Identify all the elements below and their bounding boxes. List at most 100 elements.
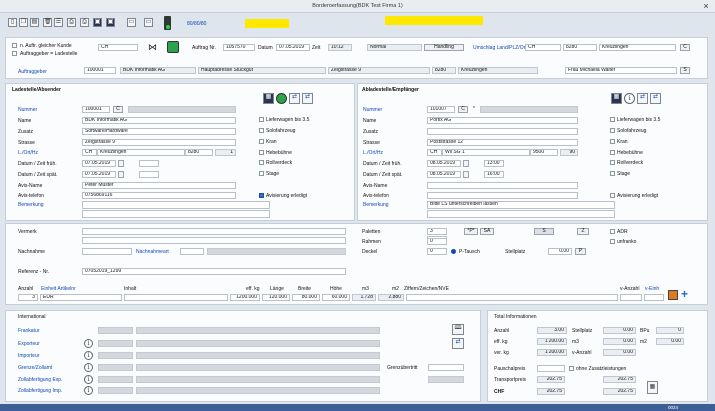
delete-icon[interactable]: 🗑	[43, 18, 52, 27]
pallet-exchange-radio[interactable]	[451, 249, 456, 254]
unloading-info-icon[interactable]: i	[624, 93, 635, 104]
loading-remark-field-2[interactable]	[82, 210, 270, 218]
loading-time-to-field[interactable]	[139, 171, 159, 178]
intl-row-5-select[interactable]	[428, 376, 464, 383]
unloading-remark-field[interactable]: Bitte LS unterschreiben lassen	[427, 201, 615, 209]
preview-icon[interactable]: ▭	[127, 18, 136, 27]
loading-date-from-spinner[interactable]	[118, 160, 124, 167]
loading-opt-checkbox-3[interactable]	[259, 139, 264, 144]
pallet-z-button[interactable]: Z	[577, 228, 589, 235]
loading-date-to-spinner[interactable]	[118, 171, 124, 178]
unloading-date-to-spinner[interactable]	[463, 171, 469, 178]
loading-opt-checkbox-5[interactable]	[259, 160, 264, 165]
loading-opt-checkbox-6[interactable]	[259, 171, 264, 176]
same-customer-checkbox[interactable]	[12, 43, 17, 48]
unloading-opt-checkbox-2[interactable]	[610, 128, 615, 133]
unloading-c-button[interactable]: C	[458, 106, 468, 113]
unloading-street-field[interactable]: Poststrasse 12	[427, 139, 578, 146]
unloading-opt-checkbox-3[interactable]	[610, 139, 615, 144]
umschlag-city-field[interactable]: Kreuzlingen	[599, 44, 676, 51]
loading-opt-checkbox-1[interactable]	[259, 117, 264, 122]
unloading-avis-name-field[interactable]	[427, 182, 578, 189]
loading-number-field[interactable]: 100001	[82, 106, 110, 113]
frames-field[interactable]: 0	[427, 238, 447, 245]
loading-c-button[interactable]: C	[113, 106, 123, 113]
client-number-field[interactable]: 100001	[84, 67, 116, 74]
goods-ziffern-field[interactable]	[406, 294, 618, 301]
loading-avis-phone-field[interactable]: 0756869116	[82, 192, 236, 199]
unloading-city-field[interactable]: Wil SG 1	[442, 149, 530, 156]
unloading-opt-checkbox-1[interactable]	[610, 117, 615, 122]
unloading-time-to-field[interactable]: 16:00	[484, 171, 504, 178]
intl-row-4-info-icon[interactable]: i	[84, 363, 93, 372]
close-button[interactable]: ×	[700, 1, 712, 11]
flat-price-field[interactable]	[537, 365, 565, 372]
unloading-date-from-spinner[interactable]	[463, 160, 469, 167]
goods-v-einh-field[interactable]	[644, 294, 664, 301]
loading-zip-field[interactable]: 8280	[185, 149, 213, 156]
loading-time-from-field[interactable]	[139, 160, 159, 167]
reference-field[interactable]: 07052019_1299	[82, 268, 346, 275]
unloading-remark-field-2[interactable]	[427, 210, 615, 218]
loading-date-from-field[interactable]: 07.05.2019	[82, 160, 116, 167]
unloading-time-from-field[interactable]: 13:00	[484, 160, 504, 167]
unloading-avis-done-checkbox[interactable]	[610, 193, 615, 198]
list-icon[interactable]: ☰	[54, 18, 63, 27]
intl-row-6-info-icon[interactable]: i	[84, 386, 93, 395]
loading-city-field[interactable]: Kreuzlingen	[97, 149, 185, 156]
intl-transfer-icon[interactable]: ⇄	[452, 338, 464, 349]
intl-row-2-info-icon[interactable]: i	[84, 339, 93, 348]
unloading-calendar-icon[interactable]: ▦	[611, 93, 622, 104]
order-number-field[interactable]: 1057570	[223, 44, 255, 51]
no-extras-checkbox[interactable]	[569, 366, 574, 371]
note-field[interactable]	[82, 228, 346, 235]
unloading-opt-checkbox-4[interactable]	[610, 150, 615, 155]
goods-hoehe-field[interactable]: 60.000	[322, 294, 350, 301]
add-row-icon[interactable]: +	[681, 288, 691, 300]
printer2-icon[interactable]: ⎙	[80, 18, 89, 27]
save-close-icon[interactable]: ▣	[106, 18, 115, 27]
unloading-extra-field[interactable]	[427, 128, 578, 135]
goods-breite-field[interactable]: 80.000	[292, 294, 320, 301]
loading-opt-checkbox-4[interactable]	[259, 150, 264, 155]
note-field-2[interactable]	[82, 237, 346, 244]
loading-opt-checkbox-2[interactable]	[259, 128, 264, 133]
loading-swap2-icon[interactable]: ⇄	[302, 93, 313, 104]
date-field[interactable]: 07.05.2019	[276, 44, 310, 51]
loading-remark-field[interactable]	[82, 201, 270, 209]
network-icon[interactable]: ⋈	[148, 42, 158, 52]
lids-field[interactable]: 0	[427, 248, 447, 255]
client-contact-field[interactable]: Frau Michaela Walter	[565, 67, 677, 74]
export-icon[interactable]: ▭	[144, 18, 153, 27]
goods-einheit-field[interactable]: EUR	[40, 294, 122, 301]
goods-v-anzahl-field[interactable]	[620, 294, 642, 301]
loading-street-field[interactable]: Zelgstrasse 9	[82, 139, 236, 146]
goods-laenge-field[interactable]: 120.000	[262, 294, 290, 301]
unloading-swap-icon[interactable]: ⇄	[637, 93, 648, 104]
unfranko-checkbox[interactable]	[610, 239, 615, 244]
loading-country-field[interactable]: CH	[82, 149, 97, 156]
goods-kg-field[interactable]: 1200.000	[230, 294, 260, 301]
document-icon[interactable]: ▤	[30, 18, 39, 27]
cod-field[interactable]	[82, 248, 132, 255]
unloading-date-from-field[interactable]: 08.05.2019	[427, 160, 461, 167]
country-select[interactable]: CH	[98, 44, 138, 51]
umschlag-country-field[interactable]: CH	[525, 44, 561, 51]
truck-icon[interactable]	[668, 290, 678, 300]
goods-inhalt-field[interactable]	[124, 294, 228, 301]
unloading-number-field[interactable]: 101007	[427, 106, 455, 113]
loading-avis-name-field[interactable]: Peter Muster	[82, 182, 236, 189]
goods-anzahl-field[interactable]: 3	[18, 294, 38, 301]
parking-space-field[interactable]: 0.00	[548, 248, 572, 255]
loading-extra-field[interactable]: Software/Hardware	[82, 128, 236, 135]
unloading-avis-phone-field[interactable]	[427, 192, 578, 199]
unloading-country-field[interactable]: CH	[427, 149, 442, 156]
pallets-field[interactable]: 3	[427, 228, 447, 235]
pallet-p-button[interactable]: *P*	[464, 228, 478, 235]
pallet-s-button[interactable]: S	[534, 228, 554, 235]
handling-button[interactable]: Handling	[424, 44, 464, 51]
copy-icon[interactable]: ❐	[19, 18, 28, 27]
intl-book-icon[interactable]: 🕮	[452, 324, 464, 335]
adr-checkbox[interactable]	[610, 229, 615, 234]
unloading-swap2-icon[interactable]: ⇄	[650, 93, 661, 104]
